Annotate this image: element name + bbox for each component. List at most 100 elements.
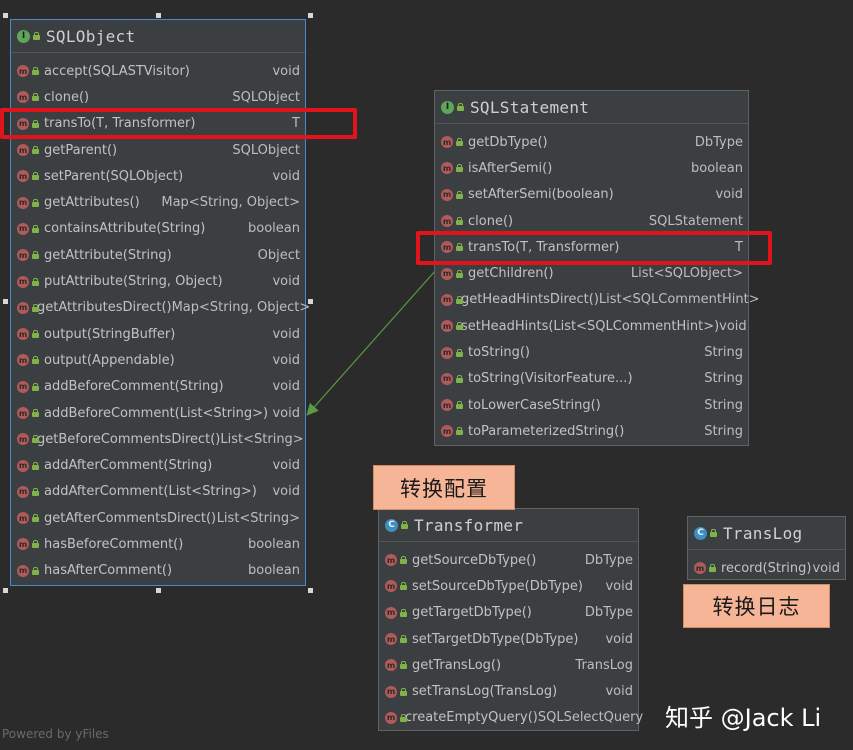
lock-icon	[32, 409, 39, 417]
method-name: clone()	[44, 89, 90, 105]
method-return-type: List<String>	[220, 431, 304, 447]
method-row[interactable]: m getAttributesDirect() Map<String, Object…	[11, 295, 310, 321]
transformer-class[interactable]: C Transformer m getSourceDbType() DbType m s…	[378, 508, 643, 731]
lock-icon	[457, 103, 464, 111]
method-return-type: Map<String, Object>	[171, 300, 311, 316]
method-return-type: TransLog	[575, 657, 633, 673]
method-row[interactable]: m getAttributes() Map<String, Object>	[11, 189, 305, 215]
method-row[interactable]: m getTargetDbType() DbType	[379, 600, 638, 626]
method-row[interactable]: m isAfterSemi() boolean	[435, 155, 748, 181]
method-name: clone()	[468, 213, 514, 229]
method-return-type: SQLSelectQuery	[537, 710, 644, 726]
lock-icon	[32, 487, 39, 496]
method-icon: m	[17, 564, 29, 577]
method-name: toLowerCaseString()	[468, 397, 601, 413]
method-row[interactable]: m getAfterCommentsDirect() List<String>	[11, 505, 305, 531]
method-return-type: SQLObject	[232, 89, 300, 105]
method-icon: m	[441, 425, 453, 438]
method-name: createEmptyQuery()	[405, 710, 538, 726]
method-row[interactable]: m toLowerCaseString() String	[435, 392, 748, 418]
method-row[interactable]: m setParent(SQLObject) void	[11, 163, 305, 189]
lock-icon	[709, 564, 716, 573]
method-return-type: void	[605, 631, 633, 647]
method-return-type: void	[272, 274, 300, 290]
method-return-type: DbType	[584, 605, 633, 621]
method-row[interactable]: m setHeadHints(List<SQLCommentHint>) void	[435, 313, 748, 339]
method-row[interactable]: m createEmptyQuery() SQLSelectQuery	[379, 705, 643, 731]
method-name: getParent()	[44, 142, 118, 158]
selection-handle[interactable]	[156, 13, 161, 18]
method-row[interactable]: m addBeforeComment(String) void	[11, 374, 305, 400]
method-return-type: boolean	[248, 536, 300, 552]
method-row[interactable]: m getHeadHintsDirect() List<SQLCommentHint…	[435, 287, 760, 313]
method-row[interactable]: m setSourceDbType(DbType) void	[379, 573, 638, 599]
method-icon: m	[385, 580, 397, 593]
method-row[interactable]: m accept(SQLASTVisitor) void	[11, 58, 305, 84]
lock-icon	[456, 138, 463, 147]
method-name: setHeadHints(List<SQLCommentHint>)	[461, 318, 720, 334]
translog-class[interactable]: C TransLog m record(String) void	[687, 516, 846, 580]
method-row[interactable]: m getBeforeCommentsDirect() List<String>	[11, 426, 305, 452]
method-icon: m	[17, 459, 29, 472]
selection-handle[interactable]	[308, 588, 313, 593]
lock-icon	[401, 521, 408, 529]
highlight-box-sqlstatement-transto	[416, 231, 772, 265]
lock-icon	[32, 566, 39, 575]
method-return-type: String	[704, 345, 743, 361]
selection-handle[interactable]	[156, 588, 161, 593]
method-name: containsAttribute(String)	[44, 221, 206, 237]
method-name: putAttribute(String, Object)	[44, 274, 223, 290]
method-return-type: void	[605, 578, 633, 594]
method-row[interactable]: m getAttribute(String) Object	[11, 242, 305, 268]
method-row[interactable]: m record(String) void	[688, 555, 845, 581]
method-icon: m	[441, 372, 453, 385]
method-icon: m	[694, 562, 706, 575]
selection-handle[interactable]	[308, 13, 313, 18]
method-row[interactable]: m addAfterComment(String) void	[11, 452, 305, 478]
method-row[interactable]: m setTargetDbType(DbType) void	[379, 626, 638, 652]
method-name: getAttributes()	[44, 195, 140, 211]
method-row[interactable]: m toString() String	[435, 339, 748, 365]
class-icon: C	[385, 518, 398, 532]
method-row[interactable]: m setTransLog(TransLog) void	[379, 678, 638, 704]
lock-icon	[32, 540, 39, 549]
method-row[interactable]: m clone() SQLObject	[11, 84, 305, 110]
sqlstatement-class[interactable]: I SQLStatement m getDbType() DbType m isAfte…	[434, 90, 760, 446]
method-return-type: void	[272, 484, 300, 500]
method-row[interactable]: m output(StringBuffer) void	[11, 321, 305, 347]
method-name: getBeforeCommentsDirect()	[37, 431, 221, 447]
method-row[interactable]: m getDbType() DbType	[435, 129, 748, 155]
method-row[interactable]: m putAttribute(String, Object) void	[11, 268, 305, 294]
method-row[interactable]: m addBeforeComment(List<String>) void	[11, 400, 305, 426]
translog-header: C TransLog	[688, 517, 845, 550]
method-row[interactable]: m hasBeforeComment() boolean	[11, 531, 305, 557]
method-name: setSourceDbType(DbType)	[412, 578, 583, 594]
selection-handle[interactable]	[3, 13, 8, 18]
method-row[interactable]: m toString(VisitorFeature...) String	[435, 366, 748, 392]
method-name: toParameterizedString()	[468, 423, 625, 439]
method-name: addAfterComment(String)	[44, 458, 213, 474]
method-return-type: Object	[257, 247, 300, 263]
method-row[interactable]: m containsAttribute(String) boolean	[11, 216, 305, 242]
method-row[interactable]: m addAfterComment(List<String>) void	[11, 479, 305, 505]
sqlobject-class[interactable]: I SQLObject m accept(SQLASTVisitor) void m c…	[10, 19, 310, 586]
method-row[interactable]: m hasAfterComment() boolean	[11, 558, 305, 584]
selection-handle[interactable]	[3, 588, 8, 593]
lock-icon	[32, 356, 39, 365]
method-return-type: void	[605, 684, 633, 700]
lock-icon	[456, 348, 463, 357]
method-icon: m	[17, 407, 29, 419]
method-row[interactable]: m getSourceDbType() DbType	[379, 547, 638, 573]
method-icon: m	[441, 267, 453, 280]
method-row[interactable]: m getTransLog() TransLog	[379, 652, 638, 678]
selection-handle[interactable]	[308, 299, 313, 304]
method-return-type: void	[272, 326, 300, 342]
lock-icon	[456, 190, 463, 199]
method-icon: m	[17, 249, 29, 262]
method-row[interactable]: m toParameterizedString() String	[435, 418, 748, 444]
selection-handle[interactable]	[3, 299, 8, 304]
method-row[interactable]: m output(Appendable) void	[11, 347, 305, 373]
method-icon: m	[441, 188, 453, 201]
method-row[interactable]: m getParent() SQLObject	[11, 137, 305, 163]
method-row[interactable]: m setAfterSemi(boolean) void	[435, 182, 748, 208]
